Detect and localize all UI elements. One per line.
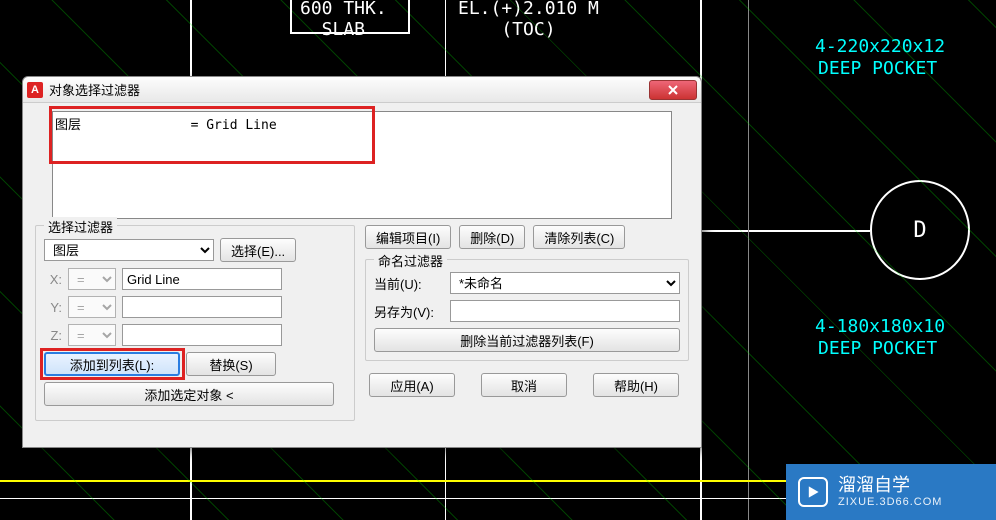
cad-text-el: EL.(+)2.010 M (TOC): [458, 0, 599, 40]
current-filter-select[interactable]: *未命名: [450, 272, 680, 294]
add-selected-objects-button[interactable]: 添加选定对象 <: [44, 382, 334, 406]
help-button[interactable]: 帮助(H): [593, 373, 679, 397]
y-value-input: [122, 296, 282, 318]
cancel-button[interactable]: 取消: [481, 373, 567, 397]
save-as-input[interactable]: [450, 300, 680, 322]
z-op-select: =: [68, 324, 116, 346]
replace-button[interactable]: 替换(S): [186, 352, 276, 376]
watermark-sub: ZIXUE.3D66.COM: [838, 496, 942, 508]
close-icon: [668, 85, 678, 95]
y-label: Y:: [44, 300, 62, 315]
select-filter-legend: 选择过滤器: [44, 217, 117, 236]
current-filter-label: 当前(U):: [374, 274, 444, 293]
dialog-title: 对象选择过滤器: [49, 80, 649, 99]
close-button[interactable]: [649, 80, 697, 100]
delete-current-filter-button[interactable]: 删除当前过滤器列表(F): [374, 328, 680, 352]
z-value-input: [122, 324, 282, 346]
filter-listbox[interactable]: 图层 = Grid Line: [52, 111, 672, 219]
y-op-select: =: [68, 296, 116, 318]
grid-bubble-d: D: [870, 180, 970, 280]
select-button[interactable]: 选择(E)...: [220, 238, 296, 262]
dialog-titlebar[interactable]: A 对象选择过滤器: [23, 77, 701, 103]
filter-list-entry[interactable]: 图层 = Grid Line: [55, 114, 669, 133]
autocad-icon: A: [27, 82, 43, 98]
edit-item-button[interactable]: 编辑项目(I): [365, 225, 451, 249]
delete-button[interactable]: 删除(D): [459, 225, 525, 249]
object-selection-filter-dialog: A 对象选择过滤器 图层 = Grid Line 选择过滤器 图层 选: [22, 76, 702, 448]
z-label: Z:: [44, 328, 62, 343]
play-icon: [798, 477, 828, 507]
cad-text-pocket1b: DEEP POCKET: [818, 58, 937, 79]
apply-button[interactable]: 应用(A): [369, 373, 455, 397]
named-filter-legend: 命名过滤器: [374, 251, 447, 270]
watermark-title: 溜溜自学: [838, 476, 942, 496]
filter-type-select[interactable]: 图层: [44, 239, 214, 261]
x-value-input[interactable]: [122, 268, 282, 290]
save-as-label: 另存为(V):: [374, 302, 444, 321]
clear-list-button[interactable]: 清除列表(C): [533, 225, 625, 249]
x-label: X:: [44, 272, 62, 287]
watermark-badge: 溜溜自学 ZIXUE.3D66.COM: [786, 464, 996, 520]
x-op-select: =: [68, 268, 116, 290]
cad-text-pocket2b: DEEP POCKET: [818, 338, 937, 359]
cad-text-pocket1a: 4-220x220x12: [815, 36, 945, 57]
cad-text-pocket2a: 4-180x180x10: [815, 316, 945, 337]
add-to-list-button[interactable]: 添加到列表(L):: [44, 352, 180, 376]
